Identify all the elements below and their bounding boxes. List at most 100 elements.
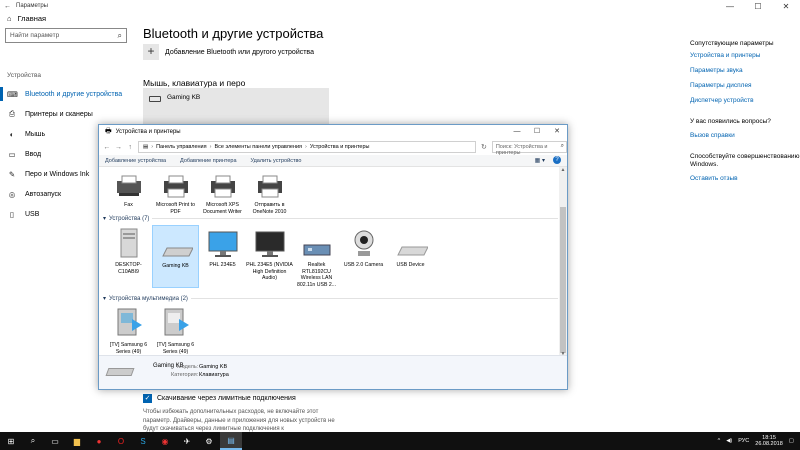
- nav-home[interactable]: ⌂ Главная: [7, 14, 46, 23]
- monitor-icon: [255, 231, 284, 257]
- link-devices-printers[interactable]: Устройства и принтеры: [690, 52, 800, 59]
- sidebar-item-printers[interactable]: ⎙ Принтеры и сканеры: [0, 107, 135, 121]
- page-title: Bluetooth и другие устройства: [143, 26, 324, 41]
- device-item[interactable]: Realtek RTL8192CU Wireless LAN 802.11n U…: [293, 225, 340, 288]
- link-device-manager[interactable]: Диспетчер устройств: [690, 97, 800, 104]
- start-button[interactable]: ⊞: [0, 432, 22, 450]
- details-model-value: Gaming KB: [199, 364, 228, 370]
- app-icon[interactable]: ✈: [176, 432, 198, 450]
- close-button[interactable]: ✕: [772, 0, 800, 14]
- search-icon: ⌕: [117, 31, 122, 40]
- metered-description: Чтобы избежать дополнительных расходов, …: [143, 409, 335, 432]
- mouse-icon: ◐: [9, 129, 15, 139]
- device-item[interactable]: PHL 234E5 (NVIDIA High Definition Audio): [246, 225, 293, 288]
- scroll-up-icon[interactable]: ▲: [559, 167, 567, 173]
- explorer-icon[interactable]: ▆: [66, 432, 88, 450]
- maximize-button[interactable]: ☐: [744, 0, 772, 14]
- breadcrumb-item[interactable]: Панель управления: [156, 144, 207, 150]
- link-sound-settings[interactable]: Параметры звука: [690, 67, 800, 74]
- dp-search-input[interactable]: Поиск: Устройства и принтеры ⌕: [491, 141, 567, 156]
- autoplay-icon: ◎: [8, 189, 16, 199]
- view-options-icon[interactable]: ▦ ▾: [535, 157, 545, 164]
- address-bar[interactable]: ▤ › Панель управления › Все элементы пан…: [138, 141, 477, 153]
- device-label: PHL 234E5: [209, 262, 236, 268]
- search-icon[interactable]: ⌕: [22, 432, 44, 450]
- chevron-up-icon[interactable]: ^: [718, 438, 721, 444]
- device-label: PHL 234E5 (NVIDIA High Definition Audio): [246, 262, 293, 281]
- multimedia-group-header[interactable]: ▾ Устройства мультимедиа (2): [103, 295, 558, 302]
- clock[interactable]: 18:15 26.08.2018: [755, 435, 783, 448]
- back-arrow-icon[interactable]: ←: [4, 3, 11, 10]
- sidebar-item-label: Перо и Windows Ink: [25, 170, 90, 178]
- clock-date: 26.08.2018: [755, 441, 783, 447]
- device-item[interactable]: PHL 234E5: [199, 225, 246, 288]
- media-device-icon: [117, 308, 142, 336]
- link-feedback[interactable]: Оставить отзыв: [690, 175, 800, 182]
- dp-minimize-button[interactable]: —: [507, 125, 527, 139]
- dp-close-button[interactable]: ✕: [547, 125, 567, 139]
- link-get-help[interactable]: Вызов справки: [690, 132, 800, 139]
- device-item[interactable]: Microsoft XPS Document Writer: [199, 167, 246, 215]
- devices-printers-icon: 🖶: [105, 127, 112, 135]
- up-icon[interactable]: ↑: [126, 144, 134, 151]
- dp-scrollbar[interactable]: ▲ ▼: [559, 167, 567, 357]
- printer-icon: [257, 175, 282, 198]
- back-icon[interactable]: ←: [103, 144, 111, 151]
- notifications-icon[interactable]: ▢: [789, 438, 794, 444]
- device-item[interactable]: Fax: [105, 167, 152, 215]
- metered-checkbox[interactable]: ✓ Скачивание через лимитные подключения: [143, 394, 296, 403]
- webcam-icon: [354, 230, 373, 256]
- media-device-icon: [164, 308, 189, 336]
- device-item[interactable]: Gaming KB: [152, 225, 199, 288]
- device-item[interactable]: USB Device: [387, 225, 434, 288]
- device-item[interactable]: USB 2.0 Camera: [340, 225, 387, 288]
- device-item[interactable]: Microsoft Print to PDF: [152, 167, 199, 215]
- breadcrumb-item[interactable]: Устройства и принтеры: [310, 144, 370, 150]
- scrollbar-thumb[interactable]: [560, 207, 566, 353]
- forward-icon[interactable]: →: [115, 144, 123, 151]
- minimize-button[interactable]: —: [716, 0, 744, 14]
- device-item[interactable]: [TV] Samsung 6 Series (49): [152, 305, 199, 355]
- sidebar-item-label: Мышь: [25, 130, 46, 138]
- collapse-icon: ▾: [103, 216, 107, 222]
- volume-icon[interactable]: ◀): [726, 438, 732, 444]
- device-item[interactable]: [TV] Samsung 6 Series (49): [105, 305, 152, 355]
- settings-search-input[interactable]: Найти параметр ⌕: [5, 28, 127, 43]
- devices-printers-taskbar-icon[interactable]: ▤: [220, 432, 242, 450]
- nav-section-label: Устройства: [7, 72, 42, 79]
- add-device-toolbar-button[interactable]: Добавление устройства: [105, 158, 166, 164]
- device-card[interactable]: Gaming KB: [143, 88, 329, 126]
- link-display-settings[interactable]: Параметры дисплея: [690, 82, 800, 89]
- details-category-label: Категория:: [171, 372, 199, 378]
- pen-icon: ✎: [8, 169, 16, 179]
- printer-icon: ⎙: [9, 109, 15, 118]
- dp-titlebar[interactable]: 🖶 Устройства и принтеры: [99, 125, 567, 139]
- keyboard-icon: [149, 96, 161, 102]
- checkmark-icon: ✓: [143, 394, 152, 403]
- opera-icon[interactable]: O: [110, 432, 132, 450]
- keyboard-icon: [105, 368, 135, 376]
- device-label: [TV] Samsung 6 Series (49): [109, 342, 148, 355]
- task-view-icon[interactable]: ▭: [44, 432, 66, 450]
- dp-maximize-button[interactable]: ☐: [527, 125, 547, 139]
- devices-row: DESKTOP-C10ABI9 Gaming KB PHL 234E5 PHL …: [105, 225, 434, 288]
- question-text: У вас появились вопросы?: [690, 118, 771, 125]
- help-icon[interactable]: ?: [553, 156, 561, 164]
- refresh-icon[interactable]: ↻: [480, 143, 488, 151]
- taskbar: ⊞ ⌕ ▭ ▆ ● O S ◉ ✈ ⚙ ▤ ^ ◀) РУС 18:15 26.…: [0, 432, 800, 450]
- browser-icon[interactable]: ◉: [154, 432, 176, 450]
- devices-group-header[interactable]: ▾ Устройства (7): [103, 215, 558, 222]
- sidebar-item-bluetooth[interactable]: ⌨ Bluetooth и другие устройства: [0, 87, 135, 101]
- skype-icon[interactable]: S: [132, 432, 154, 450]
- device-item[interactable]: Отправить в OneNote 2010: [246, 167, 293, 215]
- sidebar-item-label: Принтеры и сканеры: [25, 110, 93, 118]
- add-device-button[interactable]: + Добавление Bluetooth или другого устро…: [143, 44, 314, 60]
- app-icon[interactable]: ●: [88, 432, 110, 450]
- settings-icon[interactable]: ⚙: [198, 432, 220, 450]
- device-item[interactable]: DESKTOP-C10ABI9: [105, 225, 152, 288]
- breadcrumb-item[interactable]: Все элементы панели управления: [214, 144, 302, 150]
- add-printer-toolbar-button[interactable]: Добавление принтера: [180, 158, 236, 164]
- language-indicator[interactable]: РУС: [738, 438, 749, 444]
- section-heading: Мышь, клавиатура и перо: [143, 78, 246, 88]
- remove-device-toolbar-button[interactable]: Удалить устройство: [251, 158, 302, 164]
